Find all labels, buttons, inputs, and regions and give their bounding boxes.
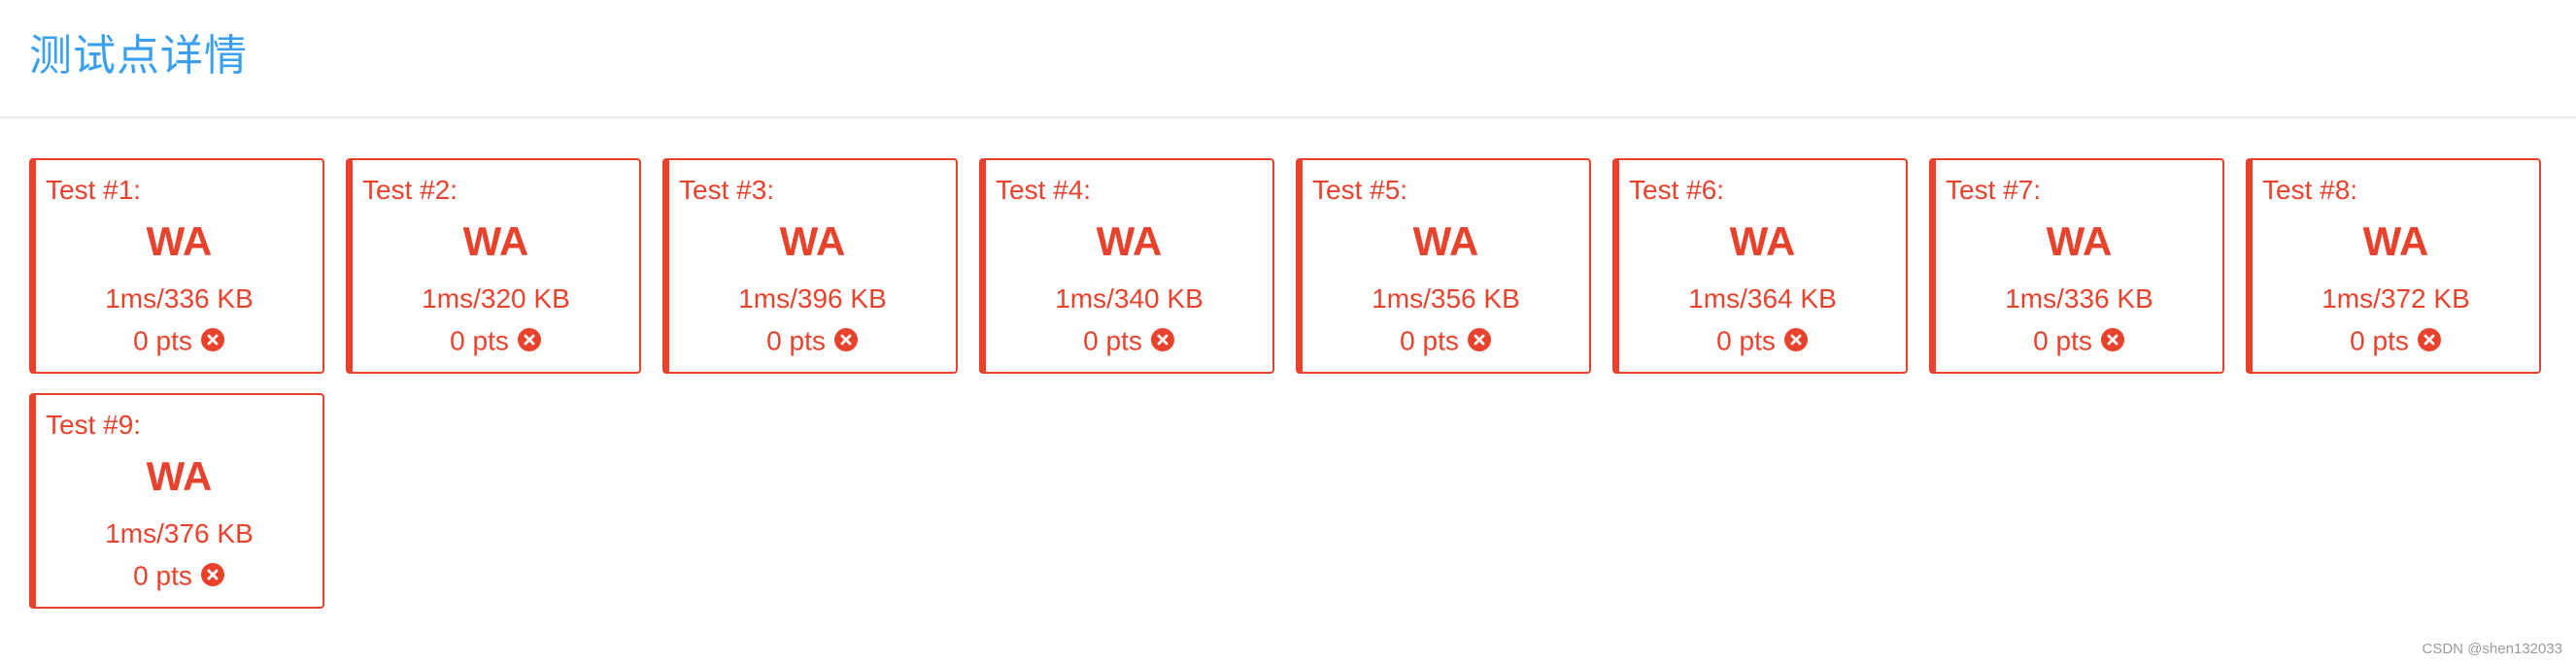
- test-case-points: 0 pts: [36, 558, 322, 593]
- test-case-points: 0 pts: [986, 323, 1272, 358]
- points-label: 0 pts: [1083, 325, 1142, 356]
- test-case-card[interactable]: Test #6: WA 1ms/364 KB 0 pts: [1612, 158, 1908, 374]
- test-case-points: 0 pts: [353, 323, 639, 358]
- test-case-card[interactable]: Test #5: WA 1ms/356 KB 0 pts: [1296, 158, 1591, 374]
- test-case-label: Test #1:: [46, 175, 142, 205]
- test-case-points: 0 pts: [36, 323, 322, 358]
- x-circle-icon: [2417, 327, 2441, 351]
- test-case-points: 0 pts: [1936, 323, 2222, 358]
- points-label: 0 pts: [766, 325, 826, 356]
- test-case-label: Test #9:: [46, 410, 142, 440]
- test-case-label: Test #5:: [1312, 175, 1408, 205]
- test-case-usage: 1ms/356 KB: [1372, 283, 1520, 314]
- test-case-label: Test #4:: [996, 175, 1092, 205]
- test-case-card[interactable]: Test #1: WA 1ms/336 KB 0 pts: [29, 158, 324, 374]
- test-case-usage: 1ms/376 KB: [105, 518, 254, 548]
- test-case-status: WA: [146, 218, 213, 264]
- test-case-card[interactable]: Test #9: WA 1ms/376 KB 0 pts: [29, 393, 324, 609]
- test-case-card[interactable]: Test #3: WA 1ms/396 KB 0 pts: [662, 158, 958, 374]
- x-circle-icon: [1467, 327, 1491, 351]
- test-case-usage: 1ms/396 KB: [738, 283, 887, 314]
- test-case-usage: 1ms/336 KB: [2005, 283, 2153, 314]
- test-case-label: Test #7:: [1946, 175, 2042, 205]
- page-title: 测试点详情: [29, 31, 248, 81]
- test-case-status: WA: [2046, 218, 2113, 264]
- test-case-usage: 1ms/340 KB: [1055, 283, 1203, 314]
- test-case-status: WA: [1729, 218, 1796, 264]
- x-circle-icon: [1150, 327, 1174, 351]
- x-circle-icon: [1783, 327, 1808, 351]
- test-case-status: WA: [146, 453, 213, 499]
- test-case-card[interactable]: Test #2: WA 1ms/320 KB 0 pts: [346, 158, 641, 374]
- test-case-card[interactable]: Test #4: WA 1ms/340 KB 0 pts: [979, 158, 1274, 374]
- points-label: 0 pts: [2350, 325, 2409, 356]
- x-circle-icon: [833, 327, 858, 351]
- points-label: 0 pts: [133, 560, 192, 591]
- test-case-card[interactable]: Test #7: WA 1ms/336 KB 0 pts: [1929, 158, 2224, 374]
- test-case-card[interactable]: Test #8: WA 1ms/372 KB 0 pts: [2246, 158, 2541, 374]
- test-case-label: Test #8:: [2262, 175, 2358, 205]
- points-label: 0 pts: [1716, 325, 1776, 356]
- points-label: 0 pts: [1400, 325, 1459, 356]
- test-case-points: 0 pts: [2253, 323, 2539, 358]
- x-circle-icon: [200, 562, 224, 586]
- test-case-status: WA: [1412, 218, 1479, 264]
- test-case-status: WA: [1096, 218, 1163, 264]
- test-case-usage: 1ms/364 KB: [1688, 283, 1837, 314]
- page-header: 测试点详情: [0, 0, 2576, 118]
- x-circle-icon: [2100, 327, 2124, 351]
- test-case-status: WA: [779, 218, 846, 264]
- test-case-usage: 1ms/372 KB: [2322, 283, 2470, 314]
- test-case-points: 0 pts: [1303, 323, 1589, 358]
- test-case-label: Test #6:: [1629, 175, 1725, 205]
- points-label: 0 pts: [133, 325, 192, 356]
- watermark: CSDN @shen132033: [2422, 641, 2562, 657]
- points-label: 0 pts: [2033, 325, 2092, 356]
- x-circle-icon: [517, 327, 541, 351]
- test-case-points: 0 pts: [1619, 323, 1906, 358]
- test-case-label: Test #3:: [679, 175, 775, 205]
- points-label: 0 pts: [450, 325, 509, 356]
- test-case-points: 0 pts: [669, 323, 956, 358]
- x-circle-icon: [200, 327, 224, 351]
- test-case-status: WA: [462, 218, 529, 264]
- test-case-usage: 1ms/320 KB: [422, 283, 570, 314]
- test-case-usage: 1ms/336 KB: [105, 283, 254, 314]
- test-case-status: WA: [2362, 218, 2429, 264]
- test-case-label: Test #2:: [362, 175, 458, 205]
